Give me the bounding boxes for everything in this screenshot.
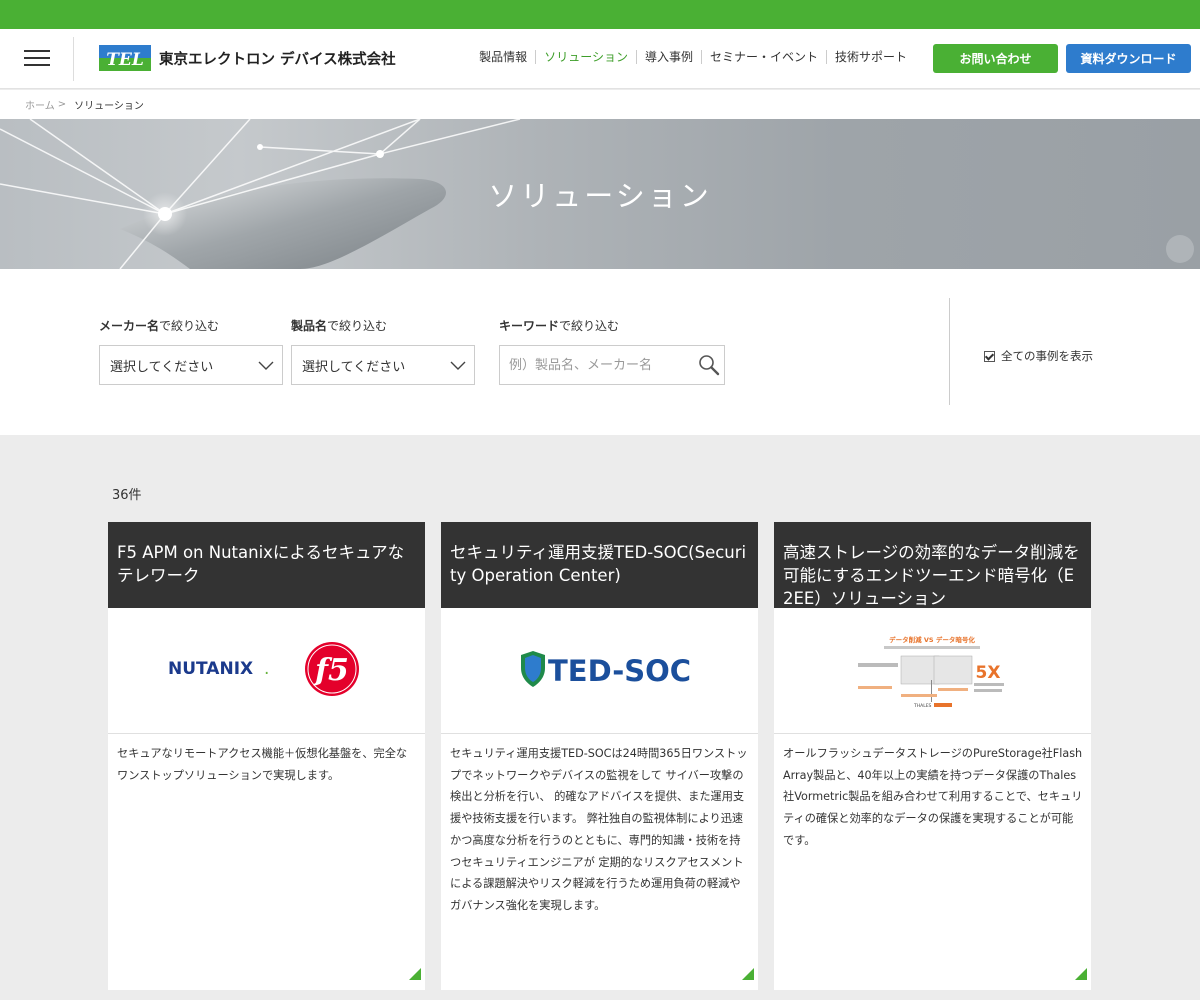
nav-case-studies[interactable]: 導入事例 xyxy=(635,50,701,64)
logo-text: 東京エレクトロン デバイス株式会社 xyxy=(159,51,396,68)
corner-arrow-icon xyxy=(409,968,421,980)
contact-button[interactable]: お問い合わせ xyxy=(933,44,1058,73)
chevron-down-icon xyxy=(258,361,274,370)
nav-solutions[interactable]: ソリューション xyxy=(535,50,636,64)
svg-text:.: . xyxy=(264,659,269,679)
card-title: セキュリティ運用支援TED-SOC(Security Operation Cen… xyxy=(441,522,758,608)
filter-divider xyxy=(949,298,950,405)
nutanix-logo: NUTANIX xyxy=(168,659,253,679)
card-image: データ削減 VS データ暗号化 5X THALES xyxy=(774,608,1091,734)
card-title: 高速ストレージの効率的なデータ削減を可能にするエンドツーエンド暗号化（E2EE）… xyxy=(774,522,1091,608)
page-title: ソリューション xyxy=(488,179,712,213)
maker-select-value: 選択してください xyxy=(110,359,214,375)
result-count: 36件 xyxy=(112,488,142,503)
header-divider xyxy=(73,37,74,81)
keyword-input[interactable] xyxy=(500,346,680,384)
nav-seminars-events[interactable]: セミナー・イベント xyxy=(700,50,826,64)
solution-card[interactable]: セキュリティ運用支援TED-SOC(Security Operation Cen… xyxy=(441,522,758,990)
hero-banner: ソリューション xyxy=(0,119,1200,269)
svg-text:TEL: TEL xyxy=(106,50,144,70)
keyword-search-box xyxy=(499,345,725,385)
maker-select[interactable]: 選択してください xyxy=(99,345,283,385)
f5-logo-text: f5 xyxy=(313,653,349,688)
diagram-title: データ削減 VS データ暗号化 xyxy=(889,635,975,644)
breadcrumb-separator: > xyxy=(57,99,67,110)
maker-filter-label: メーカー名で絞り込む xyxy=(99,319,220,333)
card-description: セキュリティ運用支援TED-SOCは24時間365日ワンストップでネットワークや… xyxy=(450,747,748,912)
card-image: TED-SOC xyxy=(441,608,758,734)
product-select[interactable]: 選択してください xyxy=(291,345,475,385)
ratio-label: 5X xyxy=(976,663,1001,683)
tel-logo-icon: TEL xyxy=(99,45,151,71)
keyword-filter-label: キーワードで絞り込む xyxy=(499,319,620,333)
breadcrumb-home-link[interactable]: ホーム xyxy=(25,97,55,112)
filter-panel: メーカー名で絞り込む 選択してください 製品名で絞り込む 選択してください キー… xyxy=(0,269,1200,435)
card-image: NUTANIX . f5 xyxy=(108,608,425,734)
solution-card[interactable]: 高速ストレージの効率的なデータ削減を可能にするエンドツーエンド暗号化（E2EE）… xyxy=(774,522,1091,990)
search-icon[interactable] xyxy=(698,354,720,376)
company-logo[interactable]: TEL 東京エレクトロン デバイス株式会社 xyxy=(99,45,396,71)
card-title: F5 APM on Nutanixによるセキュアなテレワーク xyxy=(108,522,425,608)
top-brand-bar xyxy=(0,0,1200,29)
product-select-value: 選択してください xyxy=(302,359,406,375)
breadcrumb: ホーム > ソリューション xyxy=(0,90,1200,119)
site-header: TEL 東京エレクトロン デバイス株式会社 製品情報 ソリューション 導入事例 … xyxy=(0,29,1200,89)
corner-arrow-icon xyxy=(1075,968,1087,980)
thales-logo: THALES xyxy=(913,703,932,709)
nav-products[interactable]: 製品情報 xyxy=(471,50,535,64)
corner-arrow-icon xyxy=(742,968,754,980)
solution-card[interactable]: F5 APM on Nutanixによるセキュアなテレワーク NUTANIX .… xyxy=(108,522,425,990)
download-button[interactable]: 資料ダウンロード xyxy=(1066,44,1191,73)
product-filter-label: 製品名で絞り込む xyxy=(291,319,388,333)
show-all-toggle[interactable]: 全ての事例を表示 xyxy=(984,348,1093,364)
show-all-label: 全ての事例を表示 xyxy=(1001,349,1093,363)
card-description: オールフラッシュデータストレージのPureStorage社FlashArray製… xyxy=(783,747,1083,847)
global-nav: 製品情報 ソリューション 導入事例 セミナー・イベント 技術サポート xyxy=(471,50,915,64)
ted-soc-logo: TED-SOC xyxy=(548,654,691,688)
chevron-down-icon xyxy=(450,361,466,370)
menu-icon[interactable] xyxy=(24,48,50,68)
breadcrumb-current: ソリューション xyxy=(74,101,144,112)
show-all-checkbox[interactable] xyxy=(984,350,995,362)
nav-tech-support[interactable]: 技術サポート xyxy=(825,50,915,64)
card-description: セキュアなリモートアクセス機能＋仮想化基盤を、完全なワンストップソリューションで… xyxy=(117,747,408,782)
